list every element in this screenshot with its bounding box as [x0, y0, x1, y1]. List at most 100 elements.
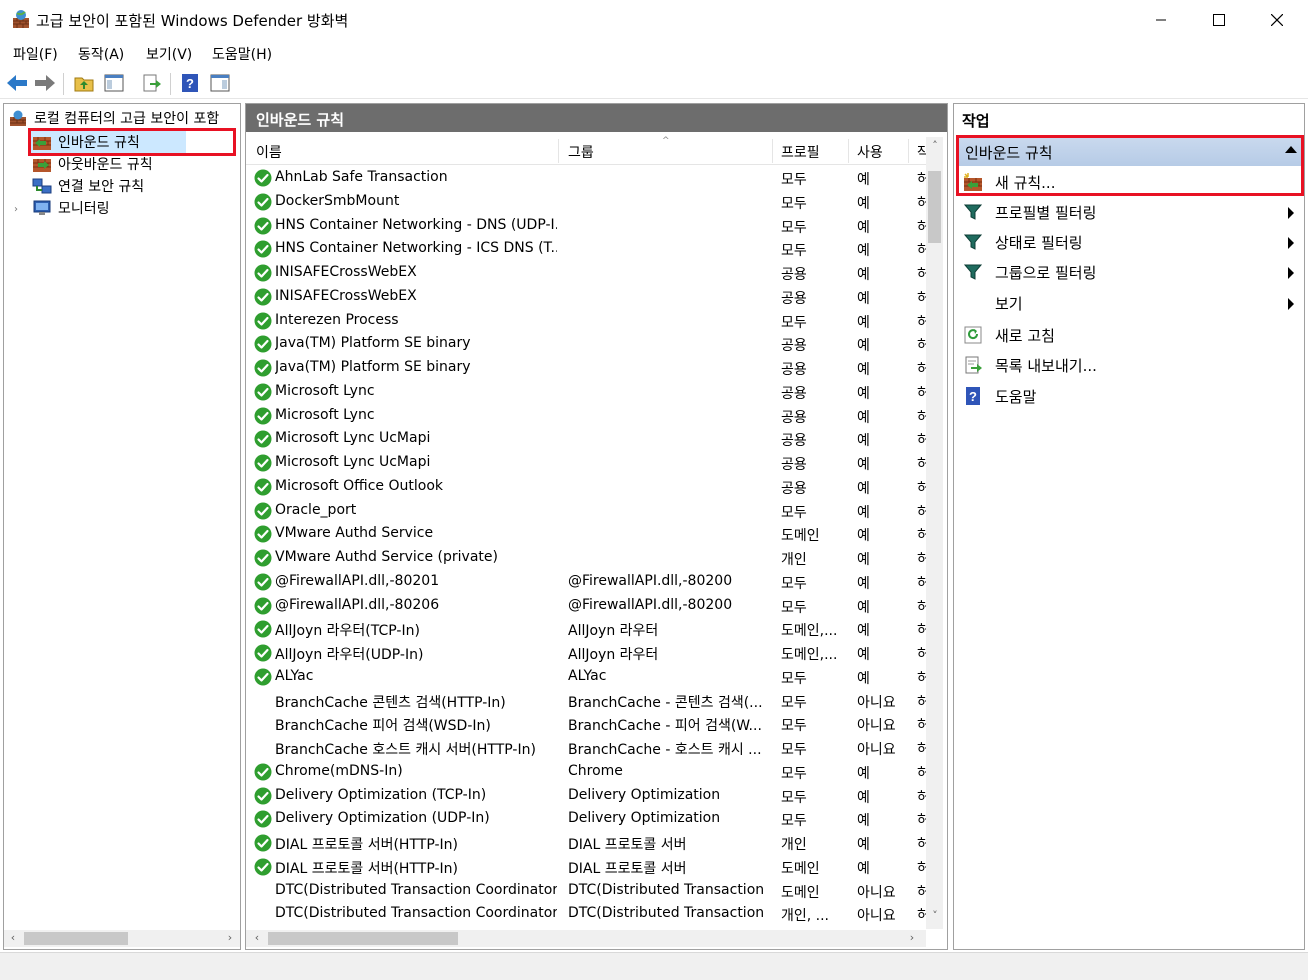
column-divider[interactable]	[558, 139, 559, 163]
table-row[interactable]: INISAFECrossWebEX 공용 예 허	[246, 286, 926, 310]
up-folder-button[interactable]	[72, 71, 96, 95]
table-row[interactable]: Interezen Process 모두 예 허	[246, 310, 926, 334]
rules-vertical-scrollbar[interactable]: ˄ ˅	[926, 137, 943, 929]
table-row[interactable]: Delivery Optimization (TCP-In) Delivery O…	[246, 785, 926, 809]
rules-horizontal-scrollbar[interactable]: ‹ ›	[246, 930, 926, 947]
scroll-down-icon[interactable]: ˅	[927, 909, 943, 922]
action-view[interactable]: 보기	[957, 289, 1303, 317]
column-header-group[interactable]: 그룹	[568, 142, 594, 162]
action-export-list[interactable]: 목록 내보내기...	[957, 351, 1303, 379]
table-row[interactable]: @FirewallAPI.dll,-80206 @FirewallAPI.dll,…	[246, 595, 926, 619]
table-row[interactable]: VMware Authd Service (private) 개인 예 허	[246, 547, 926, 571]
menu-file[interactable]: 파일(F)	[13, 44, 58, 64]
table-row[interactable]: AllJoyn 라우터(TCP-In) AllJoyn 라우터 도메인,... 예 허	[246, 618, 926, 642]
table-row[interactable]: AllJoyn 라우터(UDP-In) AllJoyn 라우터 도메인,... 예 허	[246, 642, 926, 666]
table-row[interactable]: AhnLab Safe Transaction 모두 예 허	[246, 167, 926, 191]
table-row[interactable]: INISAFECrossWebEX 공용 예 허	[246, 262, 926, 286]
forward-button[interactable]	[33, 71, 57, 95]
tree-item-monitoring[interactable]: 모니터링	[32, 197, 110, 219]
table-row[interactable]: Microsoft Lync 공용 예 허	[246, 405, 926, 429]
tree-item-outbound-rules[interactable]: 아웃바운드 규칙	[32, 153, 153, 175]
action-label: 보기	[995, 295, 1023, 313]
table-row[interactable]: BranchCache 호스트 캐시 서버(HTTP-In) BranchCach…	[246, 737, 926, 761]
scrollbar-thumb[interactable]	[928, 171, 941, 243]
cell-action: 허	[917, 407, 926, 427]
tree-item-connection-security-rules[interactable]: 연결 보안 규칙	[32, 175, 144, 197]
show-action-pane-button[interactable]	[208, 71, 232, 95]
column-header-name[interactable]: 이름	[256, 142, 282, 162]
column-divider[interactable]	[772, 139, 773, 163]
collapse-triangle-icon[interactable]	[1285, 146, 1297, 153]
scroll-right-icon[interactable]: ›	[222, 931, 238, 944]
table-row[interactable]: Microsoft Lync 공용 예 허	[246, 381, 926, 405]
table-row[interactable]: HNS Container Networking - DNS (UDP-I...…	[246, 215, 926, 239]
tree-root[interactable]: 로컬 컴퓨터의 고급 보안이 포함	[8, 107, 219, 129]
table-row[interactable]: Microsoft Lync UcMapi 공용 예 허	[246, 452, 926, 476]
table-row[interactable]: BranchCache 피어 검색(WSD-In) BranchCache - 피…	[246, 713, 926, 737]
action-filter-by-profile[interactable]: 프로필별 필터링	[957, 198, 1303, 226]
column-header-profile[interactable]: 프로필	[781, 142, 820, 162]
table-row[interactable]: Microsoft Office Outlook 공용 예 허	[246, 476, 926, 500]
action-refresh[interactable]: 새로 고침	[957, 321, 1303, 349]
back-button[interactable]	[5, 71, 29, 95]
table-row[interactable]: DTC(Distributed Transaction Coordinator)…	[246, 903, 926, 927]
cell-name: DTC(Distributed Transaction Coordinator)…	[275, 905, 557, 922]
help-button[interactable]: ?	[178, 71, 202, 95]
table-row[interactable]: BranchCache 콘텐츠 검색(HTTP-In) BranchCache -…	[246, 690, 926, 714]
enabled-check-icon	[254, 525, 272, 543]
column-divider[interactable]	[908, 139, 909, 163]
tree-item-inbound-rules[interactable]: 인바운드 규칙	[32, 131, 140, 153]
table-row[interactable]: DIAL 프로토콜 서버(HTTP-In) DIAL 프로토콜 서버 도메인 예 허	[246, 856, 926, 880]
table-row[interactable]: HNS Container Networking - ICS DNS (T...…	[246, 238, 926, 262]
table-row[interactable]: ALYac ALYac 모두 예 허	[246, 666, 926, 690]
menu-action[interactable]: 동작(A)	[78, 44, 124, 64]
table-row[interactable]: Oracle_port 모두 예 허	[246, 500, 926, 524]
scrollbar-thumb[interactable]	[24, 932, 128, 945]
cell-enabled: 아니요	[857, 694, 896, 711]
rules-list-pane: 인바운드 규칙 이름 ^ 그룹 프로필 사용 작 AhnLab Safe Tra…	[245, 103, 948, 950]
minimize-button[interactable]	[1132, 0, 1190, 40]
table-row[interactable]: Java(TM) Platform SE binary 공용 예 허	[246, 357, 926, 381]
expand-chevron-icon[interactable]: ›	[14, 204, 18, 215]
menu-view[interactable]: 보기(V)	[146, 44, 192, 64]
table-row[interactable]: DTC(Distributed Transaction Coordinator)…	[246, 880, 926, 904]
cell-enabled: 예	[857, 219, 870, 236]
action-filter-by-group[interactable]: 그룹으로 필터링	[957, 258, 1303, 286]
tree-item-label: 연결 보안 규칙	[58, 179, 145, 195]
svg-text:?: ?	[186, 76, 194, 91]
cell-action: 허	[917, 882, 926, 902]
column-divider[interactable]	[848, 139, 849, 163]
cell-enabled: 예	[857, 338, 870, 355]
scrollbar-thumb[interactable]	[268, 932, 458, 945]
cell-group: DTC(Distributed Transaction ...	[568, 905, 768, 922]
action-label: 새 규칙...	[995, 174, 1056, 192]
export-list-button[interactable]	[140, 71, 164, 95]
menu-help[interactable]: 도움말(H)	[212, 44, 272, 64]
scroll-left-icon[interactable]: ‹	[5, 931, 21, 944]
monitoring-icon	[33, 200, 51, 215]
tree-horizontal-scrollbar[interactable]: ‹ ›	[4, 930, 240, 947]
column-header-enabled[interactable]: 사용	[857, 142, 883, 162]
actions-section-inbound-rules[interactable]: 인바운드 규칙	[957, 138, 1303, 166]
table-row[interactable]: DockerSmbMount 모두 예 허	[246, 191, 926, 215]
show-hide-tree-button[interactable]	[102, 71, 126, 95]
scroll-up-icon[interactable]: ˄	[927, 139, 943, 152]
table-row[interactable]: Java(TM) Platform SE binary 공용 예 허	[246, 333, 926, 357]
column-header-action[interactable]: 작	[917, 142, 926, 162]
action-new-rule[interactable]: 새 규칙...	[957, 168, 1303, 196]
cell-profile: 공용	[781, 362, 807, 378]
table-row[interactable]: VMware Authd Service 도메인 예 허	[246, 523, 926, 547]
action-filter-by-state[interactable]: 상태로 필터링	[957, 228, 1303, 256]
scroll-left-icon[interactable]: ‹	[249, 931, 265, 944]
table-row[interactable]: Delivery Optimization (UDP-In) Delivery O…	[246, 808, 926, 832]
close-button[interactable]	[1248, 0, 1306, 40]
scroll-right-icon[interactable]: ›	[904, 931, 920, 944]
table-row[interactable]: @FirewallAPI.dll,-80201 @FirewallAPI.dll,…	[246, 571, 926, 595]
cell-group: BranchCache - 피어 검색(W...	[568, 718, 762, 735]
maximize-button[interactable]	[1190, 0, 1248, 40]
table-row[interactable]: DIAL 프로토콜 서버(HTTP-In) DIAL 프로토콜 서버 개인 예 허	[246, 832, 926, 856]
table-row[interactable]: Microsoft Lync UcMapi 공용 예 허	[246, 428, 926, 452]
table-row[interactable]: Chrome(mDNS-In) Chrome 모두 예 허	[246, 761, 926, 785]
cell-profile: 공용	[781, 267, 807, 283]
action-help[interactable]: ? 도움말	[957, 382, 1303, 410]
